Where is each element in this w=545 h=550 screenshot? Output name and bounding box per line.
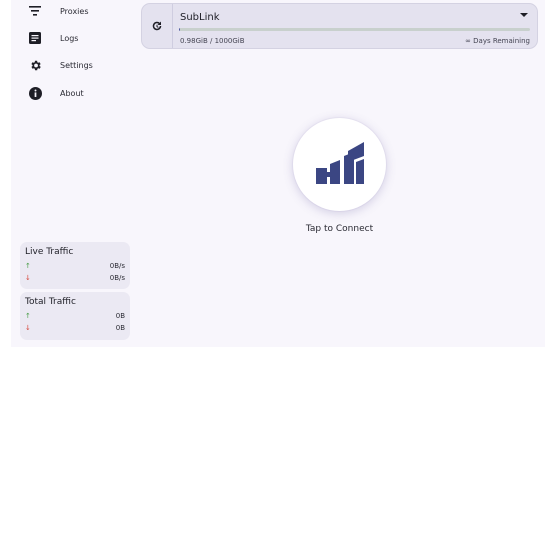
app-window: Proxies Logs Settings About Live Traffic… xyxy=(11,0,545,347)
sidebar-item-about[interactable]: About xyxy=(11,82,129,104)
usage-text: 0.98GiB / 1000GiB xyxy=(180,37,245,45)
download-arrow-icon: ↓ xyxy=(25,324,31,332)
filter-list-icon xyxy=(27,3,43,19)
sidebar-item-label: Proxies xyxy=(60,6,89,16)
total-upload-value: 0B xyxy=(115,312,125,320)
live-download-value: 0B/s xyxy=(109,274,125,282)
gear-icon xyxy=(27,57,43,73)
sidebar: Proxies Logs Settings About Live Traffic… xyxy=(11,0,130,347)
total-download-row: ↓ 0B xyxy=(25,324,125,334)
usage-progress-fill xyxy=(179,28,181,31)
sidebar-item-proxies[interactable]: Proxies xyxy=(11,0,129,22)
live-upload-row: ↑ 0B/s xyxy=(25,262,125,272)
sidebar-item-settings[interactable]: Settings xyxy=(11,54,129,76)
sidebar-item-logs[interactable]: Logs xyxy=(11,27,129,49)
profile-name: SubLink xyxy=(180,12,220,23)
total-traffic-title: Total Traffic xyxy=(25,297,76,307)
refresh-icon xyxy=(151,17,163,36)
info-icon xyxy=(27,85,43,101)
document-icon xyxy=(27,30,43,46)
upload-arrow-icon: ↑ xyxy=(25,312,31,320)
connect-label: Tap to Connect xyxy=(305,224,374,234)
live-download-row: ↓ 0B/s xyxy=(25,274,125,284)
download-arrow-icon: ↓ xyxy=(25,274,31,282)
live-upload-value: 0B/s xyxy=(109,262,125,270)
usage-progress-bar xyxy=(179,28,530,31)
sidebar-item-label: Settings xyxy=(60,60,93,70)
live-traffic-card: Live Traffic ↑ 0B/s ↓ 0B/s xyxy=(20,242,130,289)
total-upload-row: ↑ 0B xyxy=(25,312,125,322)
refresh-profile-button[interactable] xyxy=(142,4,173,48)
sidebar-item-label: Logs xyxy=(60,33,79,43)
remaining-days-text: ∞ Days Remaining xyxy=(465,37,530,45)
profile-card[interactable]: SubLink 0.98GiB / 1000GiB ∞ Days Remaini… xyxy=(141,3,538,49)
app-logo-icon xyxy=(315,141,364,188)
connect-button[interactable] xyxy=(293,118,386,211)
total-download-value: 0B xyxy=(115,324,125,332)
upload-arrow-icon: ↑ xyxy=(25,262,31,270)
total-traffic-card: Total Traffic ↑ 0B ↓ 0B xyxy=(20,292,130,340)
sidebar-item-label: About xyxy=(60,88,84,98)
live-traffic-title: Live Traffic xyxy=(25,247,74,257)
chevron-down-icon[interactable] xyxy=(520,13,528,17)
